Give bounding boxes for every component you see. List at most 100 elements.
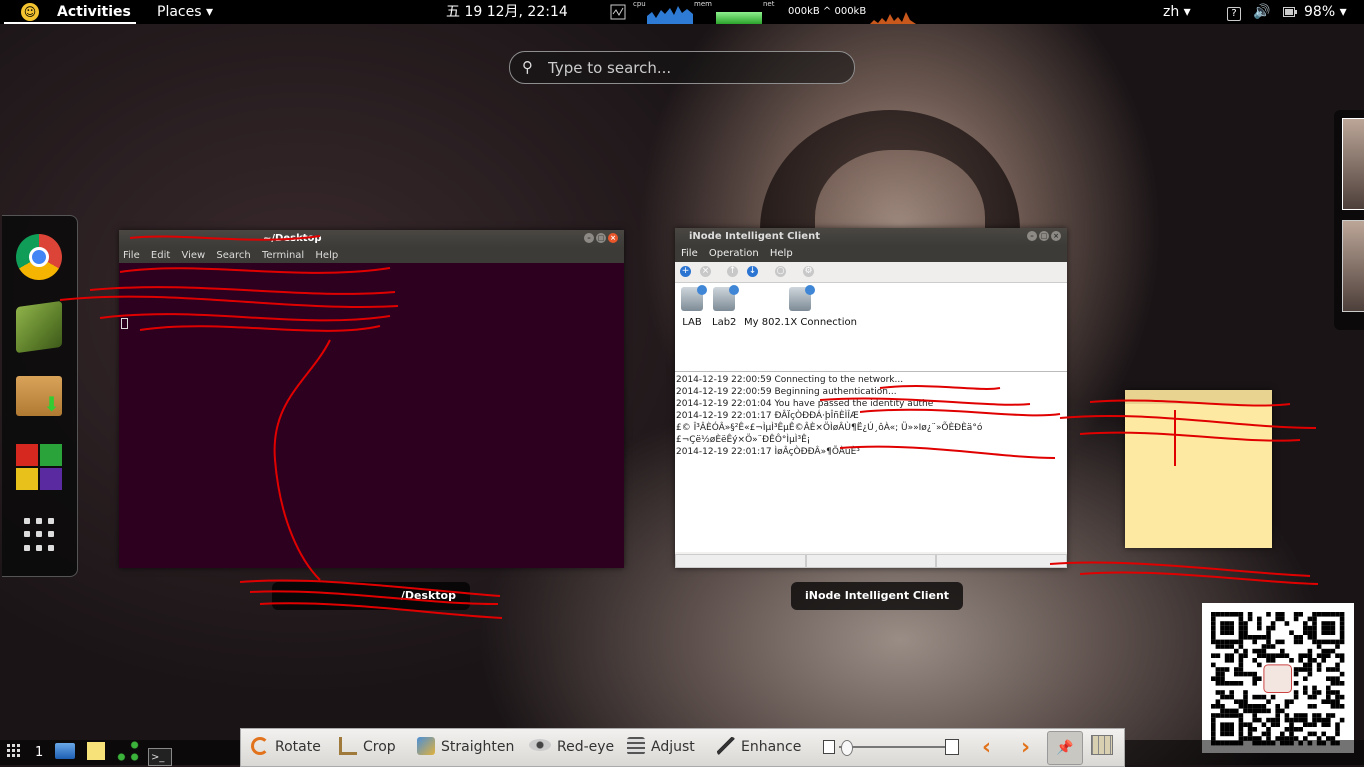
- qr-module: [1234, 713, 1239, 718]
- qr-module: [1289, 658, 1294, 663]
- adjust-button[interactable]: Adjust: [627, 729, 695, 766]
- qr-module: [1321, 648, 1326, 654]
- qr-module: [1247, 704, 1253, 709]
- network-tree-icon[interactable]: [117, 740, 139, 765]
- qr-module: [1224, 644, 1230, 649]
- workspace-thumbnail[interactable]: [1342, 118, 1364, 210]
- previous-photo-icon[interactable]: ‹: [982, 729, 991, 766]
- qr-module: [1220, 690, 1225, 695]
- qr-module: [1229, 681, 1234, 686]
- qr-module: [1326, 621, 1331, 626]
- qr-module: [1257, 676, 1262, 681]
- qr-module: [1247, 612, 1253, 617]
- fullscreen-grid-icon[interactable]: [1091, 729, 1113, 766]
- qr-module: [1312, 621, 1317, 626]
- qr-module: [1220, 639, 1225, 645]
- qr-module: [1243, 635, 1248, 640]
- qr-module: [1339, 630, 1345, 635]
- straighten-button[interactable]: Straighten: [417, 729, 514, 766]
- apps-grid-icon[interactable]: [6, 740, 22, 765]
- qr-module: [1247, 727, 1253, 732]
- qr-module: [1238, 644, 1244, 649]
- qr-module: [1293, 616, 1299, 622]
- qr-module: [1275, 704, 1280, 709]
- qr-module: [1220, 671, 1225, 677]
- qr-module: [1335, 731, 1340, 737]
- qr-module: [1316, 644, 1322, 649]
- qr-module: [1298, 639, 1303, 645]
- qr-module: [1326, 612, 1331, 617]
- qr-module: [1215, 676, 1221, 681]
- qr-module: [1307, 731, 1313, 737]
- qr-module: [1339, 671, 1345, 677]
- qr-module: [1339, 717, 1345, 723]
- qr-module: [1293, 681, 1299, 686]
- zoom-track: [839, 746, 945, 748]
- qr-module: [1326, 648, 1331, 654]
- next-photo-icon[interactable]: ›: [1021, 729, 1030, 766]
- qr-module: [1220, 722, 1225, 727]
- enhance-button[interactable]: Enhance: [717, 729, 801, 766]
- qr-module: [1312, 639, 1317, 645]
- qr-module: [1303, 713, 1308, 718]
- qr-module: [1312, 694, 1317, 700]
- qr-module: [1252, 694, 1257, 700]
- zoom-large-icon: [945, 739, 959, 755]
- qr-module: [1330, 699, 1336, 704]
- crop-button[interactable]: Crop: [339, 729, 396, 766]
- workspace-switcher: [1334, 110, 1364, 330]
- qr-module: [1330, 612, 1336, 617]
- qr-module: [1326, 690, 1331, 695]
- qr-module: [1312, 713, 1317, 718]
- straighten-label: Straighten: [441, 739, 515, 755]
- qr-module: [1261, 648, 1267, 654]
- qr-module: [1211, 722, 1216, 727]
- qr-module: [1270, 644, 1276, 649]
- qr-module: [1303, 717, 1308, 723]
- qr-module: [1224, 667, 1230, 672]
- qr-module: [1252, 681, 1257, 686]
- rotate-button[interactable]: Rotate: [251, 729, 321, 766]
- terminal-icon[interactable]: >_: [148, 740, 172, 766]
- qr-module: [1224, 713, 1230, 718]
- red-eye-button[interactable]: Red-eye: [529, 729, 614, 766]
- qr-module: [1252, 708, 1257, 714]
- sticky-note-icon[interactable]: [87, 740, 105, 765]
- crop-icon: [339, 737, 357, 755]
- qr-module: [1312, 690, 1317, 695]
- qr-module: [1211, 630, 1216, 635]
- qr-module: [1234, 708, 1239, 714]
- window-list-icon[interactable]: [55, 740, 75, 765]
- qr-module: [1339, 612, 1345, 617]
- qr-module: [1215, 704, 1221, 709]
- qr-module: [1211, 704, 1216, 709]
- qr-module: [1215, 690, 1221, 695]
- qr-module: [1211, 625, 1216, 631]
- qr-module: [1234, 699, 1239, 704]
- qr-module: [1303, 630, 1308, 635]
- workspace-number[interactable]: 1: [35, 740, 43, 765]
- qr-module: [1211, 727, 1216, 732]
- qr-module: [1298, 717, 1303, 723]
- qr-module: [1252, 727, 1257, 732]
- zoom-slider[interactable]: [823, 739, 959, 756]
- qr-module: [1211, 639, 1216, 645]
- red-eye-label: Red-eye: [557, 739, 615, 755]
- qr-module: [1224, 653, 1230, 658]
- qr-module: [1220, 621, 1225, 626]
- qr-module: [1243, 694, 1248, 700]
- qr-module: [1330, 704, 1336, 709]
- wand-icon: [717, 737, 735, 755]
- qr-module: [1330, 630, 1336, 635]
- qr-module: [1229, 690, 1234, 695]
- qr-module: [1289, 727, 1294, 732]
- qr-module: [1243, 625, 1248, 631]
- pin-toolbar-icon[interactable]: 📌: [1047, 731, 1083, 765]
- qr-module: [1284, 704, 1290, 709]
- qr-module: [1335, 704, 1340, 709]
- qr-module: [1252, 713, 1257, 718]
- workspace-thumbnail[interactable]: [1342, 220, 1364, 312]
- zoom-knob[interactable]: [841, 740, 853, 756]
- qr-module: [1266, 644, 1271, 649]
- qr-module: [1224, 694, 1230, 700]
